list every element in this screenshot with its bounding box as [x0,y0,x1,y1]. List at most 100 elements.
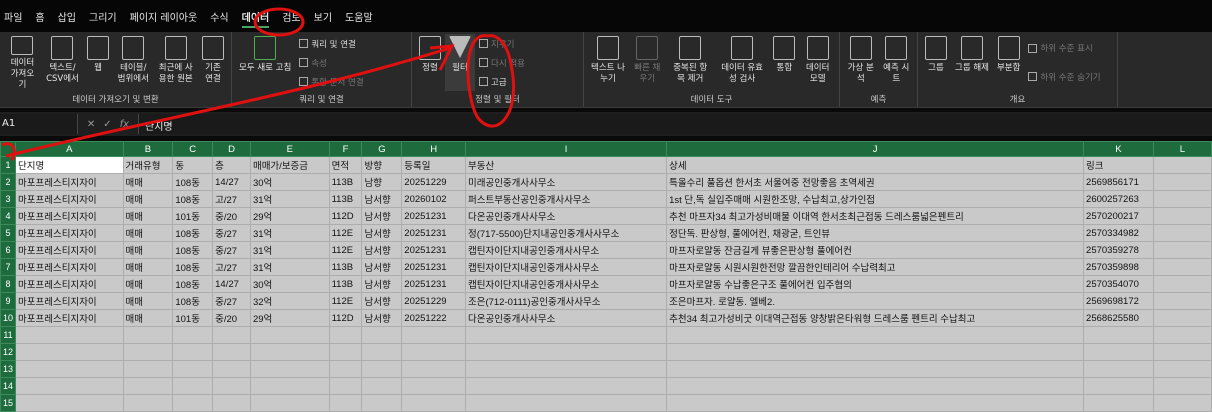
filter-button[interactable]: 필터 [445,34,475,91]
cell[interactable] [122,377,174,395]
cell[interactable] [464,377,668,395]
cell[interactable]: 남서향 [361,275,403,293]
ribbon-button[interactable]: 가상 분석 [843,34,879,91]
cell[interactable]: 마포프레스티지자이 [15,190,124,208]
cell[interactable]: 남향 [361,173,403,191]
cell[interactable]: 112D [328,207,363,225]
cell[interactable]: 특올수리 풀옵션 한서초 서울여중 전망좋음 초역세권 [666,173,1085,191]
cell[interactable] [1152,360,1212,378]
ribbon-button[interactable]: 데이터 모델 [799,34,836,91]
cell[interactable] [122,343,174,361]
cell[interactable] [666,394,1085,412]
cell[interactable]: 2570359278 [1083,241,1154,259]
cell[interactable] [1083,377,1154,395]
cell[interactable]: 112E [328,224,363,242]
cell[interactable]: 등록일 [401,156,466,174]
cell[interactable]: 매매 [122,258,174,276]
row-header[interactable]: 8 [0,275,17,293]
cell[interactable] [328,394,363,412]
cell[interactable]: 101동 [172,207,214,225]
cell[interactable]: 2570200217 [1083,207,1154,225]
row-header[interactable]: 6 [0,241,17,259]
cell[interactable]: 부동산 [464,156,668,174]
cell[interactable]: 108동 [172,173,214,191]
ribbon-button[interactable]: 빠른 채우기 [629,34,666,91]
cell[interactable]: 2569698172 [1083,292,1154,310]
cell[interactable] [328,360,363,378]
cell[interactable] [122,326,174,344]
cell[interactable]: 30억 [249,173,330,191]
cell[interactable]: 20251229 [401,292,466,310]
cell[interactable] [122,394,174,412]
cell[interactable] [212,377,251,395]
cell[interactable] [172,377,214,395]
menu-tab-4[interactable]: 페이지 레이아웃 [130,9,198,24]
menu-tab-9[interactable]: 도움말 [345,9,373,24]
cell[interactable]: 다온공인중개사사무소 [464,309,668,327]
cell[interactable]: 101동 [172,309,214,327]
cell[interactable] [1152,326,1212,344]
cell[interactable]: 매매 [122,241,174,259]
row-header[interactable]: 14 [0,377,17,395]
cell[interactable] [401,394,466,412]
cell[interactable]: 남서향 [361,207,403,225]
ribbon-button[interactable]: 기존 연결 [198,34,228,91]
row-header[interactable]: 4 [0,207,17,225]
cell[interactable]: 20251231 [401,258,466,276]
cell[interactable] [172,360,214,378]
ribbon-small-button[interactable]: 다시 적용 [479,57,525,69]
cell[interactable]: 다온공인중개사사무소 [464,207,668,225]
cell[interactable]: 112E [328,292,363,310]
cell[interactable] [401,377,466,395]
column-header-H[interactable]: H [401,141,466,157]
column-header-B[interactable]: B [122,141,174,157]
cell[interactable]: 고/27 [212,258,251,276]
cell[interactable]: 113B [328,190,363,208]
row-header[interactable]: 2 [0,173,17,191]
ribbon-small-button[interactable]: 하위 수준 숨기기 [1028,71,1101,83]
ribbon-small-button[interactable]: 고급 [479,76,525,88]
column-header-E[interactable]: E [249,141,330,157]
cell[interactable]: 층 [212,156,251,174]
cell[interactable] [249,377,330,395]
cell[interactable]: 마프자로얄동 잔금길게 뷰좋은판상형 풀에어컨 [666,241,1085,259]
name-box[interactable]: A1 [0,114,78,134]
cell[interactable] [1083,360,1154,378]
cell[interactable]: 남서향 [361,309,403,327]
ribbon-small-button[interactable]: 통합 문서 연결 [299,76,364,88]
cell[interactable]: 캡틴자이단지내공인중개사사무소 [464,275,668,293]
cell[interactable]: 면적 [328,156,363,174]
cell[interactable] [328,343,363,361]
cell[interactable]: 113B [328,258,363,276]
cell[interactable] [212,360,251,378]
menu-tab-2[interactable]: 삽입 [58,9,76,24]
row-header[interactable]: 12 [0,343,17,361]
sort-button[interactable]: 정렬 [415,34,445,91]
cell[interactable]: 마포프레스티지자이 [15,224,124,242]
ribbon-button[interactable]: 그룹 해제 [951,34,993,91]
cell[interactable]: 31억 [249,241,330,259]
cell[interactable] [122,360,174,378]
cell[interactable]: 31억 [249,258,330,276]
ribbon-small-button[interactable]: 쿼리 및 연결 [299,38,363,50]
ribbon-button[interactable]: 예측 시트 [879,34,915,91]
cell[interactable] [212,343,251,361]
cell[interactable] [15,377,124,395]
cell[interactable]: 20260102 [401,190,466,208]
cell[interactable] [172,343,214,361]
cell[interactable]: 동 [172,156,214,174]
cell[interactable] [1152,156,1212,174]
cell[interactable] [1152,309,1212,327]
cell[interactable]: 20251231 [401,241,466,259]
cell[interactable]: 거래유형 [122,156,174,174]
cell[interactable]: 링크 [1083,156,1154,174]
cell[interactable]: 매매가/보증금 [249,156,330,174]
cell[interactable] [666,360,1085,378]
ribbon-button[interactable]: 최근에 사용한 원본 [153,34,198,91]
cell[interactable]: 마포프레스티지자이 [15,309,124,327]
cell[interactable] [172,394,214,412]
cell[interactable]: 마프자로얄동 수납좋은구조 풀에어컨 입주협의 [666,275,1085,293]
cell[interactable]: 퍼스트부동산공인중개사사무소 [464,190,668,208]
refresh-all-button[interactable]: 모두 새로 고침 [235,34,295,91]
cell[interactable]: 매매 [122,207,174,225]
